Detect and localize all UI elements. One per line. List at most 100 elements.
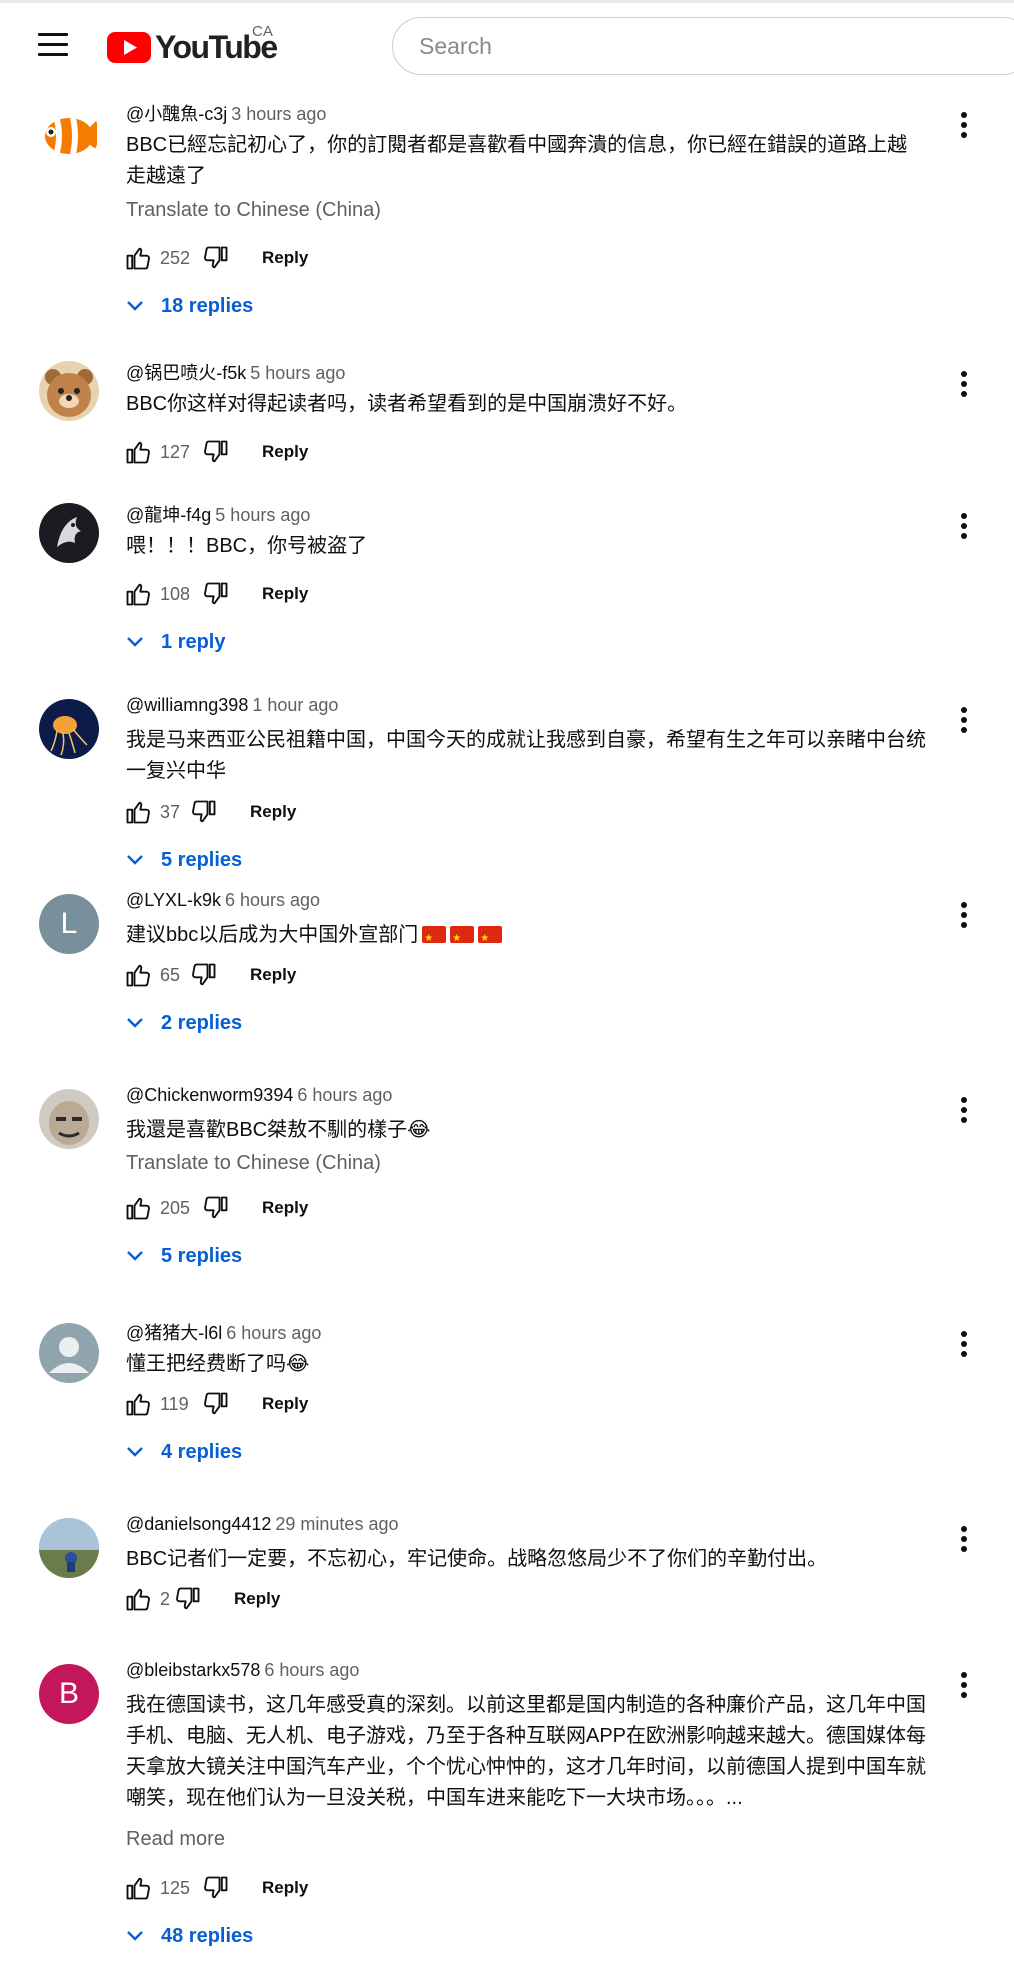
comment-text: 我在德国读书，这几年感受真的深刻。以前这里都是国内制造的各种廉价产品，这几年中国… xyxy=(126,1694,927,1809)
comment-author[interactable]: @锅巴喷火-f5k xyxy=(126,363,246,383)
region-code: CA xyxy=(252,23,273,40)
reply-button[interactable]: Reply xyxy=(262,248,308,268)
comment-text: 喂！！！BBC，你号被盗了 xyxy=(126,535,368,557)
replies-count[interactable]: 5 replies xyxy=(161,1245,242,1268)
menu-icon[interactable] xyxy=(38,33,68,57)
view-replies-button[interactable]: 5 replies xyxy=(125,1240,242,1272)
comment-time[interactable]: 1 hour ago xyxy=(252,695,338,715)
view-replies-button[interactable]: 4 replies xyxy=(125,1436,242,1468)
translate-link[interactable]: Translate to Chinese (China) xyxy=(126,199,381,222)
more-options-icon[interactable] xyxy=(952,108,976,142)
dislike-icon[interactable] xyxy=(200,1388,232,1420)
like-icon[interactable] xyxy=(122,1388,154,1420)
replies-count[interactable]: 48 replies xyxy=(161,1925,253,1948)
more-options-icon[interactable] xyxy=(952,703,976,737)
chevron-down-icon xyxy=(127,301,143,311)
dislike-icon[interactable] xyxy=(188,959,220,991)
dislike-icon[interactable] xyxy=(200,1872,232,1904)
avatar[interactable] xyxy=(39,1089,99,1149)
avatar[interactable] xyxy=(39,104,99,164)
comment-time[interactable]: 6 hours ago xyxy=(226,1323,321,1343)
jellyfish-avatar-icon xyxy=(50,716,88,756)
dislike-icon[interactable] xyxy=(188,796,220,828)
more-options-icon[interactable] xyxy=(952,1093,976,1127)
china-flag-icon xyxy=(418,923,503,954)
dislike-icon[interactable] xyxy=(200,436,232,468)
comment-author[interactable]: @bleibstarkx578 xyxy=(126,1660,260,1680)
translate-link[interactable]: Translate to Chinese (China) xyxy=(126,1152,381,1175)
more-options-icon[interactable] xyxy=(952,509,976,543)
reply-button[interactable]: Reply xyxy=(250,965,296,985)
like-icon[interactable] xyxy=(122,796,154,828)
like-icon[interactable] xyxy=(122,959,154,991)
like-icon[interactable] xyxy=(122,1583,154,1615)
view-replies-button[interactable]: 2 replies xyxy=(125,1007,242,1039)
like-count: 108 xyxy=(160,583,191,604)
chevron-down-icon xyxy=(127,1251,143,1261)
comment-time[interactable]: 5 hours ago xyxy=(250,363,345,383)
avatar[interactable] xyxy=(39,1518,99,1578)
reply-button[interactable]: Reply xyxy=(250,802,296,822)
like-count: 65 xyxy=(160,964,181,985)
dislike-icon[interactable] xyxy=(200,242,232,274)
view-replies-button[interactable]: 48 replies xyxy=(125,1920,253,1952)
comment-time[interactable]: 6 hours ago xyxy=(225,890,320,910)
replies-count[interactable]: 5 replies xyxy=(161,849,242,872)
search-input[interactable] xyxy=(417,32,981,61)
chevron-down-icon xyxy=(127,1447,143,1457)
view-replies-button[interactable]: 5 replies xyxy=(125,844,242,876)
avatar[interactable]: B xyxy=(39,1664,99,1724)
comment-time[interactable]: 29 minutes ago xyxy=(275,1514,398,1534)
comment-time[interactable]: 6 hours ago xyxy=(297,1085,392,1105)
dislike-icon[interactable] xyxy=(200,1192,232,1224)
comment-thread: @Chickenworm9394 6 hours ago 我還是喜歡BBC桀敖不馴… xyxy=(0,1079,1014,1313)
comment-time[interactable]: 5 hours ago xyxy=(215,505,310,525)
dislike-icon[interactable] xyxy=(200,578,232,610)
like-icon[interactable] xyxy=(122,1872,154,1904)
more-options-icon[interactable] xyxy=(952,1522,976,1556)
comment-thread: @锅巴喷火-f5k 5 hours ago BBC你这样对得起读者吗，读者希望看到… xyxy=(0,345,1014,487)
replies-count[interactable]: 18 replies xyxy=(161,295,253,318)
comment-author[interactable]: @小醜魚-c3j xyxy=(126,104,227,124)
avatar[interactable] xyxy=(39,361,99,421)
comment-time[interactable]: 6 hours ago xyxy=(264,1660,359,1680)
read-more-link[interactable]: Read more xyxy=(126,1828,225,1851)
comment-author[interactable]: @Chickenworm9394 xyxy=(126,1085,293,1105)
avatar[interactable] xyxy=(39,1323,99,1383)
replies-count[interactable]: 4 replies xyxy=(161,1441,242,1464)
more-options-icon[interactable] xyxy=(952,1668,976,1702)
like-icon[interactable] xyxy=(122,436,154,468)
avatar[interactable] xyxy=(39,503,99,563)
replies-count[interactable]: 2 replies xyxy=(161,1012,242,1035)
avatar[interactable]: L xyxy=(39,894,99,954)
comment-thread: @danielsong4412 29 minutes ago BBC记者们一定要，… xyxy=(0,1508,1014,1652)
more-options-icon[interactable] xyxy=(952,898,976,932)
comment-author[interactable]: @猪猪大-l6l xyxy=(126,1323,222,1343)
reply-button[interactable]: Reply xyxy=(262,1394,308,1414)
reply-button[interactable]: Reply xyxy=(234,1589,280,1609)
more-options-icon[interactable] xyxy=(952,1327,976,1361)
reply-button[interactable]: Reply xyxy=(262,1198,308,1218)
comment-author[interactable]: @龍坤-f4g xyxy=(126,505,211,525)
like-count: 119 xyxy=(160,1393,189,1414)
like-count: 125 xyxy=(160,1877,191,1898)
comment-author[interactable]: @danielsong4412 xyxy=(126,1514,271,1534)
youtube-play-icon xyxy=(107,31,151,63)
like-icon[interactable] xyxy=(122,242,154,274)
more-options-icon[interactable] xyxy=(952,367,976,401)
comment-author[interactable]: @LYXL-k9k xyxy=(126,890,221,910)
reply-button[interactable]: Reply xyxy=(262,584,308,604)
replies-count[interactable]: 1 reply xyxy=(161,631,225,654)
view-replies-button[interactable]: 1 reply xyxy=(125,626,225,658)
comment-time[interactable]: 3 hours ago xyxy=(231,104,326,124)
view-replies-button[interactable]: 18 replies xyxy=(125,290,253,322)
reply-button[interactable]: Reply xyxy=(262,442,308,462)
comment-thread: @龍坤-f4g 5 hours ago 喂！！！BBC，你号被盗了 108 Rep… xyxy=(0,487,1014,689)
comment-author[interactable]: @williamng398 xyxy=(126,695,248,715)
avatar[interactable] xyxy=(39,699,99,759)
like-icon[interactable] xyxy=(122,578,154,610)
search-box[interactable] xyxy=(392,17,1014,75)
like-icon[interactable] xyxy=(122,1192,154,1224)
dislike-icon[interactable] xyxy=(172,1583,204,1615)
reply-button[interactable]: Reply xyxy=(262,1878,308,1898)
